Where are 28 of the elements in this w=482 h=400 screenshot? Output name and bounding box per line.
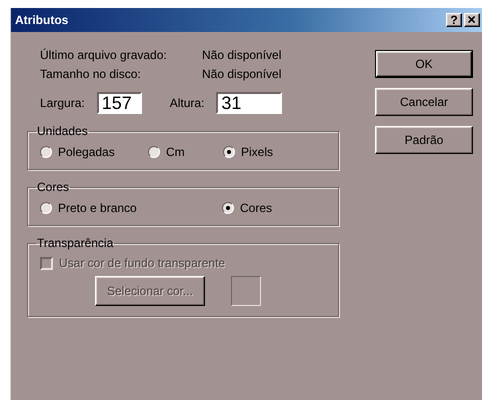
dialog-button[interactable]: Padrão xyxy=(375,126,473,154)
info-label: Tamanho no disco: xyxy=(40,67,142,81)
color-swatch xyxy=(231,276,261,306)
group-title: Transparência xyxy=(36,236,114,250)
radio-label[interactable]: Pixels xyxy=(241,145,274,159)
group-title: Cores xyxy=(36,180,70,194)
radio-label[interactable]: Preto e branco xyxy=(58,201,137,215)
radio-button[interactable] xyxy=(223,146,235,158)
dialog-button[interactable]: Cancelar xyxy=(375,88,473,116)
radio-label[interactable]: Cores xyxy=(240,201,272,215)
radio-label[interactable]: Polegadas xyxy=(58,145,115,159)
field-label: Largura: xyxy=(40,96,85,110)
radio-button[interactable] xyxy=(148,146,160,158)
info-value: Não disponível xyxy=(202,48,282,62)
info-label: Último arquivo gravado: xyxy=(40,48,168,62)
help-button[interactable]: ? xyxy=(446,13,462,27)
radio-button[interactable] xyxy=(40,146,52,158)
window-title: Atributos xyxy=(15,13,70,27)
close-icon[interactable] xyxy=(464,13,480,27)
radio-label[interactable]: Cm xyxy=(166,145,185,159)
field-label: Altura: xyxy=(170,96,204,110)
radio-button[interactable] xyxy=(40,202,52,214)
size-field[interactable]: 31 xyxy=(216,92,282,114)
size-field[interactable]: 157 xyxy=(96,92,142,114)
group-title: Unidades xyxy=(36,124,89,138)
info-value: Não disponível xyxy=(202,67,282,81)
radio-button[interactable] xyxy=(222,202,234,214)
dialog-button[interactable]: OK xyxy=(376,51,472,77)
